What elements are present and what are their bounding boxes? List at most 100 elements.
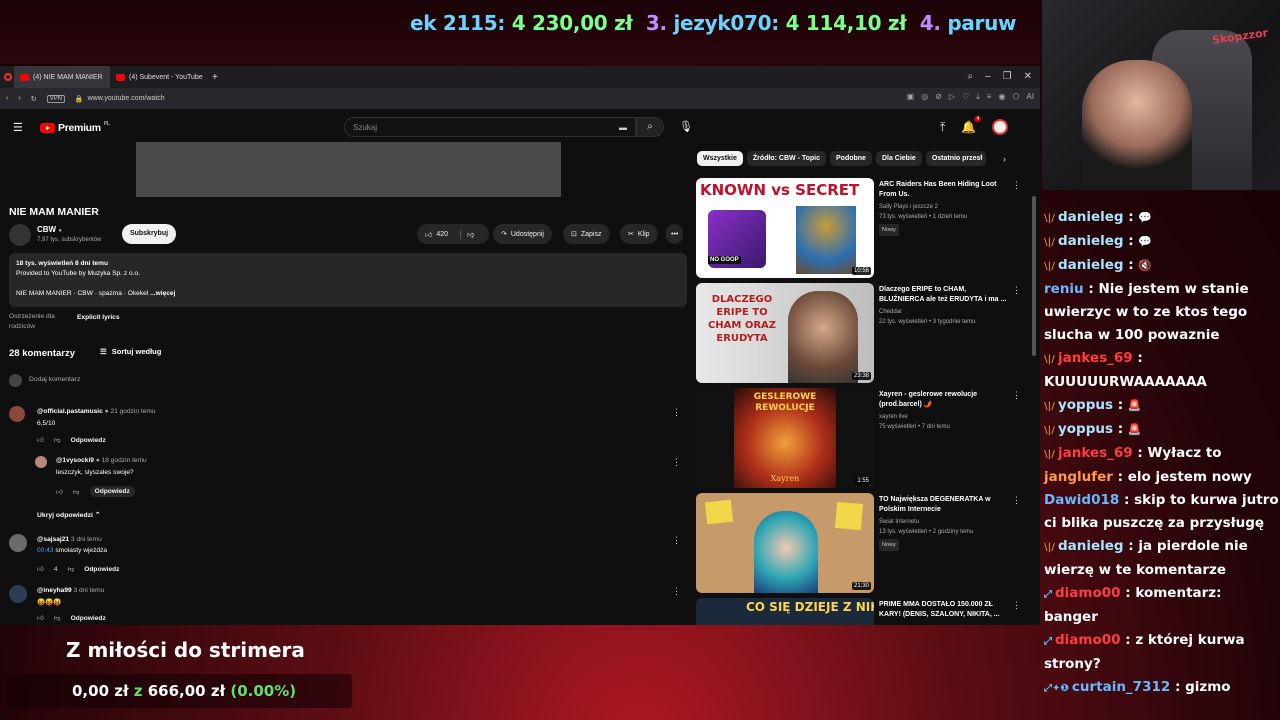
description-box[interactable]: 18 tys. wyświetleń 8 dni temu Provided t… — [9, 253, 687, 307]
subscribe-button[interactable]: Subskrybuj — [122, 224, 176, 244]
recommended-video[interactable]: CO SIĘ DZIEJE Z NIKITĄ? PRIME MMA DOSTAŁ… — [696, 598, 1026, 625]
tab-subevent[interactable]: (4) Subevent - YouTube — [110, 66, 206, 88]
avatar[interactable] — [9, 534, 27, 552]
heart-icon[interactable]: ♡ — [962, 92, 969, 102]
keyboard-icon[interactable]: ▬ — [619, 123, 627, 132]
save-button[interactable]: ⊡ Zapisz — [563, 224, 610, 244]
hamburger-menu-icon[interactable]: ☰ — [13, 121, 25, 134]
mic-icon[interactable]: 🎙 — [679, 120, 693, 133]
channel-name[interactable]: Cheddar — [879, 307, 1019, 317]
channel-name[interactable]: CBW ● — [37, 225, 62, 234]
search-button[interactable]: ⌕ — [636, 117, 664, 137]
avatar[interactable] — [9, 585, 27, 603]
vpn-badge[interactable]: VPN — [46, 94, 65, 103]
channel-name[interactable]: Sally Plays i jeszcze 2 — [879, 202, 1019, 212]
chat-username[interactable]: Dawid018 — [1044, 492, 1119, 508]
video-menu-icon[interactable]: ⋮ — [1012, 495, 1021, 506]
video-player[interactable] — [136, 142, 561, 197]
extension-icon[interactable]: ▣ — [907, 92, 915, 102]
chip-recent[interactable]: Ostatnio przesł — [925, 151, 986, 166]
chat-username[interactable]: yoppus — [1058, 397, 1113, 413]
chip-for-you[interactable]: Dla Ciebie — [875, 151, 922, 166]
video-thumbnail[interactable]: 21:30 — [696, 493, 874, 593]
thumbs-down-icon[interactable]: 👎︎ — [460, 229, 474, 239]
channel-name[interactable]: Świat Internetu — [879, 517, 1019, 527]
video-menu-icon[interactable]: ⋮ — [1012, 600, 1021, 611]
comment-menu-icon[interactable]: ⋮ — [672, 586, 681, 597]
ai-icon[interactable]: AI — [1026, 92, 1034, 102]
share-button[interactable]: ↷ Udostępnij — [493, 224, 552, 244]
show-more-link[interactable]: ...więcej — [150, 290, 175, 297]
chat-username[interactable]: jankes_69 — [1058, 445, 1133, 461]
reply-button[interactable]: Odpowiedz — [84, 566, 119, 573]
video-menu-icon[interactable]: ⋮ — [1012, 390, 1021, 401]
avatar[interactable] — [9, 406, 25, 422]
thumbs-down-icon[interactable]: 👎︎ — [68, 565, 75, 573]
back-icon[interactable]: ‹ — [6, 95, 8, 102]
video-menu-icon[interactable]: ⋮ — [1012, 180, 1021, 191]
avatar[interactable] — [35, 456, 47, 468]
opera-icon[interactable] — [4, 73, 12, 81]
video-menu-icon[interactable]: ⋮ — [1012, 285, 1021, 296]
channel-avatar[interactable] — [9, 224, 31, 246]
forward-icon[interactable]: › — [18, 95, 20, 102]
chat-username[interactable]: yoppus — [1058, 421, 1113, 437]
add-comment-input[interactable]: Dodaj komentarz — [29, 376, 80, 383]
chat-username[interactable]: janglufer — [1044, 469, 1113, 485]
recommended-video[interactable]: 21:30 TO Największa DEGENERATKA w Polski… — [696, 493, 1026, 593]
comment-author[interactable]: @ineyha99 3 dni temu — [37, 587, 104, 594]
search-input[interactable]: Szukaj ▬ — [344, 117, 636, 137]
chat-username[interactable]: reniu — [1044, 281, 1084, 297]
chat-username[interactable]: jankes_69 — [1058, 350, 1133, 366]
more-actions-button[interactable]: ••• — [666, 224, 684, 244]
comment-author[interactable]: @1vysocki9 ● 18 godzin temu — [56, 457, 147, 464]
thumbs-up-icon[interactable]: 👍︎ — [37, 565, 44, 573]
thumbs-up-icon[interactable]: 👍︎ — [37, 436, 44, 444]
comment-author[interactable]: @official.pastamusic ● 21 godzin temu — [37, 408, 156, 415]
comment-author[interactable]: @sajsaj21 3 dni temu — [37, 536, 102, 543]
chat-username[interactable]: danieleg — [1058, 233, 1124, 249]
video-thumbnail[interactable]: KNOWN vs SECRET NO GOOP 10:56 — [696, 178, 874, 278]
chat-username[interactable]: diamo00 — [1055, 632, 1121, 648]
sort-button[interactable]: ☰ Sortuj według — [100, 347, 161, 356]
chip-source[interactable]: Źródło: CBW - Topic — [746, 151, 826, 166]
close-icon[interactable]: ✕ — [1024, 71, 1032, 82]
chat-username[interactable]: danieleg — [1058, 538, 1124, 554]
thumbs-up-icon[interactable]: 👍︎ — [56, 488, 63, 496]
thumbs-down-icon[interactable]: 👎︎ — [54, 614, 61, 622]
chat-username[interactable]: curtain_7312 — [1072, 679, 1170, 695]
channel-name[interactable]: xayren live — [879, 412, 1019, 422]
recommended-video[interactable]: KNOWN vs SECRET NO GOOP 10:56 ARC Raider… — [696, 178, 1026, 278]
video-thumbnail[interactable]: GESLEROWE REWOLUCJE Xayren 1:55 — [696, 388, 874, 488]
chat-username[interactable]: diamo00 — [1055, 585, 1121, 601]
hide-replies-button[interactable]: Ukryj odpowiedzi ⌃ — [37, 511, 101, 519]
reload-icon[interactable]: ↻ — [31, 95, 37, 103]
chat-username[interactable]: danieleg — [1058, 257, 1124, 273]
search-tabs-icon[interactable]: ⌕ — [967, 71, 973, 82]
like-button[interactable]: 👍︎ 420 👎︎ — [417, 224, 489, 244]
comment-menu-icon[interactable]: ⋮ — [672, 535, 681, 546]
youtube-logo[interactable]: Premium PL — [40, 121, 110, 134]
comment-menu-icon[interactable]: ⋮ — [672, 457, 681, 468]
avatar[interactable] — [992, 119, 1009, 135]
menu-icon[interactable]: ≡ — [987, 92, 992, 102]
reply-button[interactable]: Odpowiedz — [71, 615, 106, 622]
clip-button[interactable]: ✂ Klip — [620, 224, 658, 244]
url-field[interactable]: www.youtube.com/watch — [88, 95, 165, 102]
scrollbar[interactable] — [1032, 196, 1036, 356]
download-icon[interactable]: ⤓ — [976, 92, 980, 102]
reply-button[interactable]: Odpowiedz — [71, 437, 106, 444]
tab-nie-mam-manier[interactable]: (4) NIE MAM MANIER — [14, 66, 110, 88]
recommended-video[interactable]: DLACZEGO ERIPE TO CHAM ORAZ ERUDYTA 23:3… — [696, 283, 1026, 383]
new-tab-icon[interactable]: + — [212, 72, 218, 83]
timestamp-link[interactable]: 00:43 — [37, 547, 54, 554]
thumbs-down-icon[interactable]: 👎︎ — [54, 436, 61, 444]
comment-menu-icon[interactable]: ⋮ — [672, 407, 681, 418]
chip-similar[interactable]: Podobne — [830, 151, 872, 166]
thumbs-up-icon[interactable]: 👍︎ — [37, 614, 44, 622]
recommended-video[interactable]: GESLEROWE REWOLUCJE Xayren 1:55 Xayren -… — [696, 388, 1026, 488]
maximize-icon[interactable]: ❐ — [1003, 71, 1012, 82]
play-icon[interactable]: ▷ — [949, 92, 955, 102]
thumbs-down-icon[interactable]: 👎︎ — [73, 488, 80, 496]
shield-icon[interactable]: ⊘ — [935, 92, 942, 102]
